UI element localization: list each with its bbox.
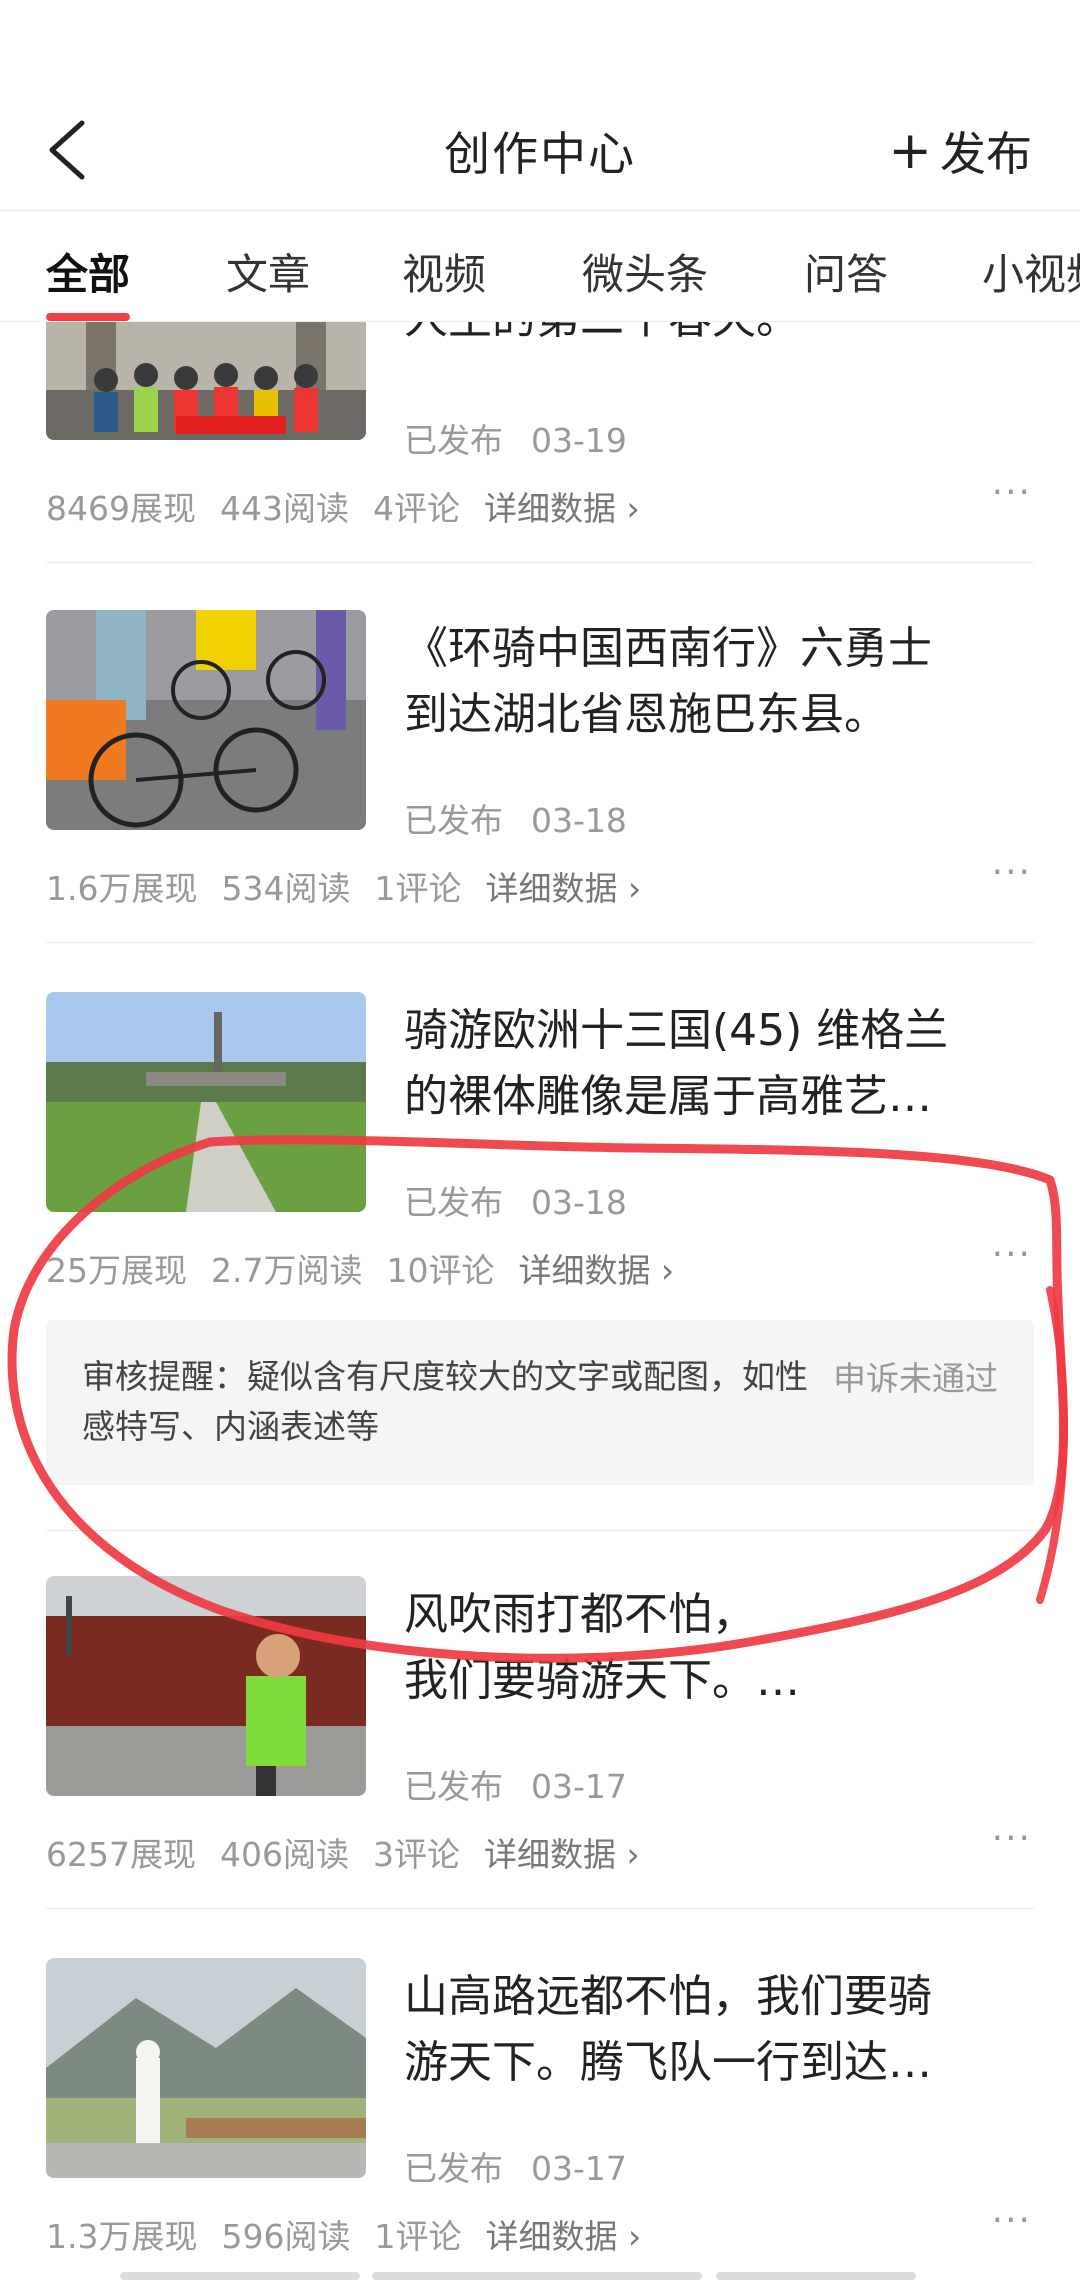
- article-thumbnail: [46, 992, 366, 1212]
- tab-qa[interactable]: 问答: [804, 241, 888, 302]
- bottom-edge-bar: [372, 2272, 702, 2280]
- article-feed[interactable]: 人生的第二个春天。 已发布03-19 8469展现443阅读4评论详细数据 › …: [0, 320, 1080, 2280]
- active-tab-indicator: [46, 313, 130, 321]
- publish-button[interactable]: + 发布: [888, 118, 1032, 184]
- article-title[interactable]: 山高路远都不怕，我们要骑 游天下。腾飞队一行到达…: [404, 1964, 1024, 2096]
- appeal-status[interactable]: 申诉未通过: [833, 1352, 998, 1400]
- article-stats: 25万展现 2.7万阅读 10评论 详细数据 ›: [46, 1251, 675, 1290]
- detail-data-link[interactable]: 详细数据 ›: [485, 2217, 641, 2256]
- bottom-edge-bar: [120, 2272, 360, 2280]
- article-thumbnail: [46, 1958, 366, 2178]
- tab-short-videos[interactable]: 小视频: [982, 241, 1080, 302]
- article-status: 已发布 03-19: [404, 421, 627, 460]
- category-tabs: 全部 文章 视频 微头条 问答 小视频: [0, 210, 1080, 322]
- more-options-icon[interactable]: ···: [992, 852, 1032, 893]
- article-title[interactable]: 骑游欧洲十三国(45) 维格兰 的裸体雕像是属于高雅艺…: [404, 998, 1024, 1130]
- divider: [46, 562, 1034, 563]
- article-stats: 1.6万展现 534阅读 1评论 详细数据 ›: [46, 869, 642, 908]
- article-stats: 6257展现 406阅读 3评论 详细数据 ›: [46, 1835, 640, 1874]
- app-header: 创作中心 + 发布: [0, 0, 1080, 210]
- article-stats: 8469展现 443阅读 4评论 详细数据 ›: [46, 489, 640, 528]
- divider: [46, 942, 1034, 943]
- tab-micro-posts[interactable]: 微头条: [582, 241, 708, 302]
- divider: [46, 1530, 1034, 1531]
- article-thumbnail: [46, 1576, 366, 1796]
- article-status: 已发布 03-18: [404, 1183, 627, 1222]
- article-title[interactable]: 风吹雨打都不怕， 我们要骑游天下。…: [404, 1582, 1024, 1714]
- divider: [46, 1908, 1034, 1909]
- detail-data-link[interactable]: 详细数据 ›: [484, 489, 640, 528]
- review-notice: 审核提醒：疑似含有尺度较大的文字或配图，如性感特写、内涵表述等 申诉未通过: [46, 1320, 1034, 1485]
- article-title[interactable]: 人生的第二个春天。: [404, 320, 1024, 352]
- publish-label: 发布: [940, 127, 1032, 181]
- more-options-icon[interactable]: ···: [992, 1234, 1032, 1275]
- detail-data-link[interactable]: 详细数据 ›: [484, 1835, 640, 1874]
- article-status: 已发布 03-17: [404, 2149, 627, 2188]
- more-options-icon[interactable]: ···: [992, 1818, 1032, 1859]
- tab-all[interactable]: 全部: [46, 241, 130, 302]
- article-thumbnail: [46, 610, 366, 830]
- more-options-icon[interactable]: ···: [992, 472, 1032, 513]
- article-status: 已发布 03-17: [404, 1767, 627, 1806]
- article-thumbnail: [46, 320, 366, 440]
- bottom-edge-bar: [716, 2272, 916, 2280]
- detail-data-link[interactable]: 详细数据 ›: [485, 869, 641, 908]
- article-status: 已发布 03-18: [404, 801, 627, 840]
- review-notice-text: 审核提醒：疑似含有尺度较大的文字或配图，如性感特写、内涵表述等: [82, 1357, 808, 1446]
- article-stats: 1.3万展现 596阅读 1评论 详细数据 ›: [46, 2217, 642, 2256]
- tab-articles[interactable]: 文章: [226, 241, 310, 302]
- article-title[interactable]: 《环骑中国西南行》六勇士 到达湖北省恩施巴东县。: [404, 616, 1024, 748]
- tab-videos[interactable]: 视频: [402, 241, 486, 302]
- detail-data-link[interactable]: 详细数据 ›: [518, 1251, 674, 1290]
- more-options-icon[interactable]: ···: [992, 2200, 1032, 2241]
- plus-icon: +: [888, 121, 932, 181]
